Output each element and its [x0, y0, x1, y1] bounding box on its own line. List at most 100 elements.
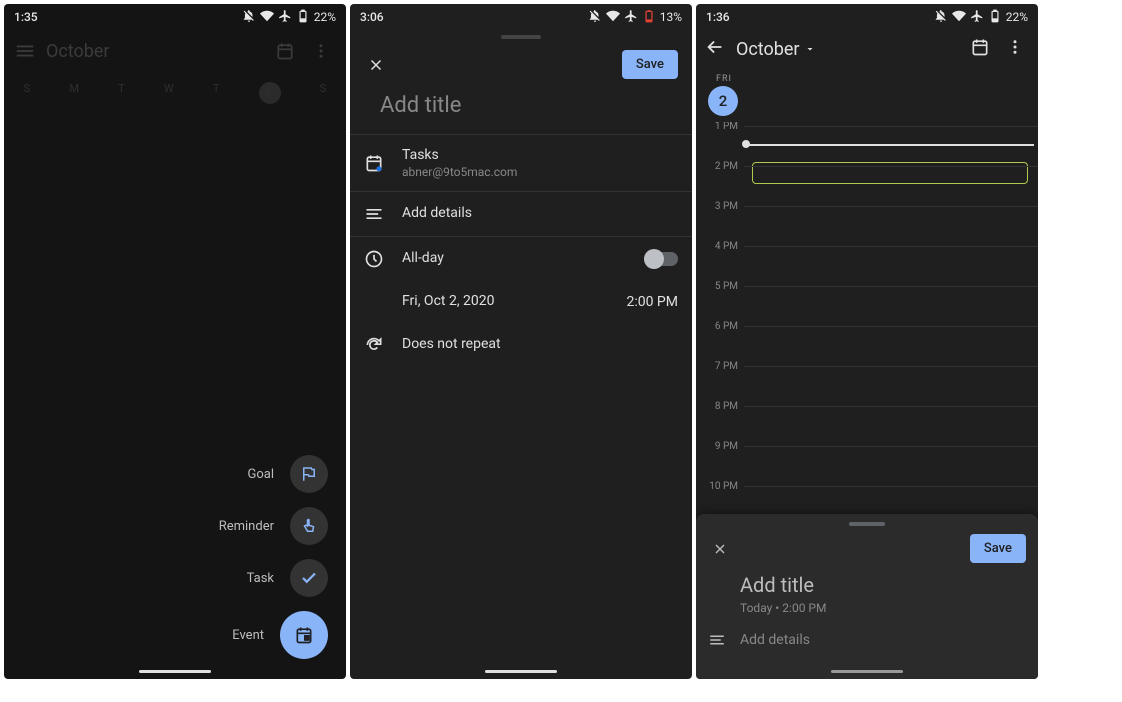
date-value[interactable]: Fri, Oct 2, 2020 [402, 293, 608, 309]
hour-label: 6 PM [696, 321, 744, 332]
battery-percent: 22% [1006, 10, 1028, 24]
repeat-row[interactable]: Does not repeat [350, 323, 692, 367]
status-bar: 1:36 22% [696, 4, 1038, 30]
battery-icon [296, 9, 310, 26]
hour-label: 8 PM [696, 401, 744, 412]
day-number: 2 [708, 86, 738, 116]
battery-percent: 22% [314, 10, 336, 24]
account-email: abner@9to5mac.com [402, 165, 678, 179]
repeat-label: Does not repeat [402, 336, 501, 352]
weekday: T [213, 82, 220, 104]
datetime-summary[interactable]: Today • 2:00 PM [708, 601, 1026, 615]
screen-day-view: 1:36 22% October FRI 2 1 PM 2 PM 3 PM 4 … [696, 4, 1038, 679]
home-indicator[interactable] [831, 670, 903, 673]
allday-toggle[interactable] [644, 252, 678, 266]
check-icon [290, 559, 328, 597]
weekday: S [24, 82, 31, 104]
battery-icon [988, 9, 1002, 26]
status-time: 3:06 [360, 10, 384, 24]
account-label: Tasks [402, 147, 678, 163]
battery-percent: 13% [660, 10, 682, 24]
back-button[interactable] [704, 36, 726, 62]
screen-fab-menu: 1:35 22% October S M T W T F S Goal Remi [4, 4, 346, 679]
today-icon [270, 36, 300, 66]
finger-icon [290, 507, 328, 545]
weekday: W [164, 82, 174, 104]
chevron-down-icon [804, 43, 816, 55]
hour-label: 4 PM [696, 241, 744, 252]
wifi-icon [260, 9, 274, 26]
close-button[interactable] [364, 53, 388, 77]
today-button[interactable] [970, 37, 990, 61]
bell-off-icon [934, 9, 948, 26]
fab-goal-label: Goal [247, 467, 274, 482]
overflow-button[interactable] [1000, 38, 1030, 60]
details-label: Add details [740, 632, 810, 648]
weekday: M [69, 82, 79, 104]
allday-row[interactable]: All-day [350, 237, 692, 281]
day-of-week: FRI [706, 74, 1038, 84]
wifi-icon [606, 9, 620, 26]
weekday: S [320, 82, 327, 104]
airplane-icon [970, 9, 984, 26]
month-label: October [46, 41, 270, 62]
details-row[interactable]: Add details [708, 631, 1026, 649]
repeat-icon [364, 335, 384, 355]
clock-icon [364, 249, 384, 269]
fab-reminder[interactable]: Reminder [219, 507, 328, 545]
fab-goal[interactable]: Goal [247, 455, 328, 493]
overflow-icon [306, 36, 336, 66]
bell-off-icon [588, 9, 602, 26]
hour-label: 5 PM [696, 281, 744, 292]
month-label: October [736, 39, 800, 60]
bell-off-icon [242, 9, 256, 26]
battery-low-icon [642, 9, 656, 26]
month-dropdown[interactable]: October [736, 39, 960, 60]
weekday-row: S M T W T F S [4, 78, 346, 108]
airplane-icon [624, 9, 638, 26]
drag-handle[interactable] [849, 522, 885, 526]
notes-icon [708, 631, 726, 649]
day-view-header: October [696, 30, 1038, 68]
weekday-selected: F [259, 82, 281, 104]
fab-event[interactable]: Event [232, 611, 328, 659]
hour-label: 9 PM [696, 441, 744, 452]
close-button[interactable] [708, 537, 732, 561]
title-input[interactable]: Add title [350, 89, 692, 134]
fab-speed-dial: Goal Reminder Task Event [219, 455, 328, 659]
fab-reminder-label: Reminder [219, 519, 274, 534]
selected-day[interactable]: FRI 2 [696, 68, 1038, 122]
title-input[interactable]: Add title [708, 573, 1026, 597]
calendar-dimmed-header: October [4, 30, 346, 72]
status-bar: 3:06 13% [350, 4, 692, 30]
status-time: 1:35 [14, 10, 38, 24]
quick-add-sheet: Save Add title Today • 2:00 PM Add detai… [696, 514, 1038, 679]
home-indicator[interactable] [485, 670, 557, 673]
calendar-event-icon [280, 611, 328, 659]
fab-task[interactable]: Task [247, 559, 328, 597]
notes-icon [364, 204, 384, 224]
menu-icon [14, 40, 36, 62]
hour-label: 3 PM [696, 201, 744, 212]
flag-icon [290, 455, 328, 493]
airplane-icon [278, 9, 292, 26]
save-button[interactable]: Save [970, 534, 1026, 563]
home-indicator[interactable] [139, 670, 211, 673]
account-row[interactable]: Tasks abner@9to5mac.com [350, 135, 692, 191]
date-time-row[interactable]: Fri, Oct 2, 2020 2:00 PM [350, 281, 692, 323]
weekday: T [118, 82, 125, 104]
hour-label: 10 PM [696, 481, 744, 492]
fab-event-label: Event [232, 628, 264, 643]
details-label: Add details [402, 205, 472, 221]
time-value[interactable]: 2:00 PM [626, 294, 678, 310]
hour-label: 2 PM [696, 161, 744, 172]
allday-label: All-day [402, 250, 626, 266]
status-time: 1:36 [706, 10, 730, 24]
timeline[interactable]: 1 PM 2 PM 3 PM 4 PM 5 PM 6 PM 7 PM 8 PM … [696, 122, 1038, 492]
fab-task-label: Task [247, 571, 274, 586]
status-bar: 1:35 22% [4, 4, 346, 30]
wifi-icon [952, 9, 966, 26]
save-button[interactable]: Save [622, 50, 678, 79]
hour-label: 1 PM [696, 122, 744, 132]
details-row[interactable]: Add details [350, 192, 692, 236]
